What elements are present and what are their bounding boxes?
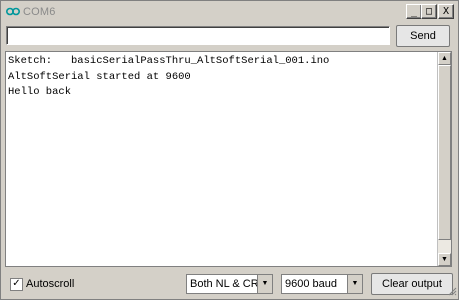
minimize-button[interactable]: _	[406, 4, 422, 19]
baud-rate-value: 9600 baud	[285, 278, 337, 290]
line-ending-value: Both NL & CR	[190, 278, 259, 290]
vertical-scrollbar[interactable]: ▲ ▼	[437, 52, 451, 266]
console-line: Sketch: basicSerialPassThru_AltSoftSeria…	[8, 55, 330, 67]
resize-grip-icon[interactable]	[447, 286, 457, 296]
send-button[interactable]: Send	[396, 25, 450, 47]
scroll-thumb[interactable]	[438, 65, 451, 240]
console-text: Sketch: basicSerialPassThru_AltSoftSeria…	[8, 54, 329, 101]
baud-rate-select[interactable]: 9600 baud ▼	[281, 274, 363, 294]
scroll-down-icon[interactable]: ▼	[438, 253, 451, 266]
chevron-down-icon[interactable]: ▼	[347, 275, 362, 293]
send-input[interactable]	[6, 26, 390, 45]
clear-output-button[interactable]: Clear output	[371, 273, 453, 295]
close-button[interactable]: X	[438, 4, 454, 19]
console-line: AltSoftSerial started at 9600	[8, 70, 191, 83]
line-ending-select[interactable]: Both NL & CR ▼	[186, 274, 273, 294]
maximize-button[interactable]: □	[421, 4, 437, 19]
serial-output: Sketch: basicSerialPassThru_AltSoftSeria…	[5, 51, 452, 267]
window-title: COM6	[23, 6, 56, 18]
scroll-up-icon[interactable]: ▲	[438, 52, 451, 65]
console-line: Hello back	[8, 86, 72, 98]
arduino-icon	[6, 7, 20, 16]
autoscroll-checkbox[interactable]: ✓	[10, 278, 23, 291]
bottom-bar: ✓ Autoscroll Both NL & CR ▼ 9600 baud ▼ …	[1, 269, 458, 297]
serial-monitor-window: COM6 _ □ X Send Sketch: basicSerialPassT…	[0, 0, 459, 300]
autoscroll-label: Autoscroll	[26, 278, 75, 290]
title-bar: COM6 _ □ X	[1, 1, 458, 23]
chevron-down-icon[interactable]: ▼	[257, 275, 272, 293]
